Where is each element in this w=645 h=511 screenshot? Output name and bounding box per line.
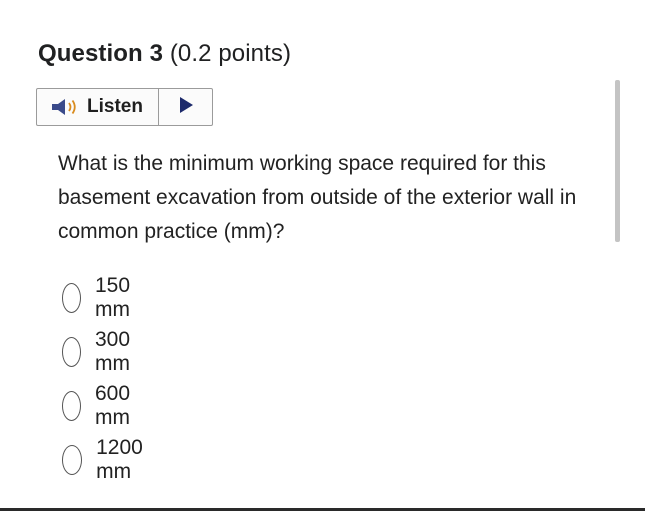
radio-button[interactable] [62, 283, 81, 313]
option-label: 150 mm [95, 274, 131, 321]
question-text: What is the minimum working space requir… [58, 152, 577, 243]
option-150mm[interactable]: 150 mm [62, 274, 141, 321]
listen-widget: Listen [36, 88, 213, 126]
speaker-icon [49, 97, 83, 117]
option-label: 600 mm [95, 382, 131, 429]
question-page: Question 3 (0.2 points) Listen What is t… [0, 0, 645, 511]
question-points: (0.2 points) [169, 40, 292, 67]
question-number: Question 3 [38, 40, 164, 67]
listen-label: Listen [87, 96, 143, 117]
radio-button[interactable] [62, 391, 81, 421]
option-label: 300 mm [95, 328, 131, 375]
option-1200mm[interactable]: 1200 mm [62, 436, 153, 483]
question-heading: Question 3 (0.2 points) [38, 40, 291, 68]
play-icon [178, 96, 194, 119]
scrollbar[interactable] [615, 80, 620, 242]
radio-button[interactable] [62, 445, 83, 475]
radio-button[interactable] [62, 337, 81, 367]
option-300mm[interactable]: 300 mm [62, 328, 141, 375]
listen-button[interactable]: Listen [37, 89, 159, 125]
option-600mm[interactable]: 600 mm [62, 382, 141, 429]
option-label: 1200 mm [96, 436, 143, 483]
play-button[interactable] [159, 89, 212, 125]
